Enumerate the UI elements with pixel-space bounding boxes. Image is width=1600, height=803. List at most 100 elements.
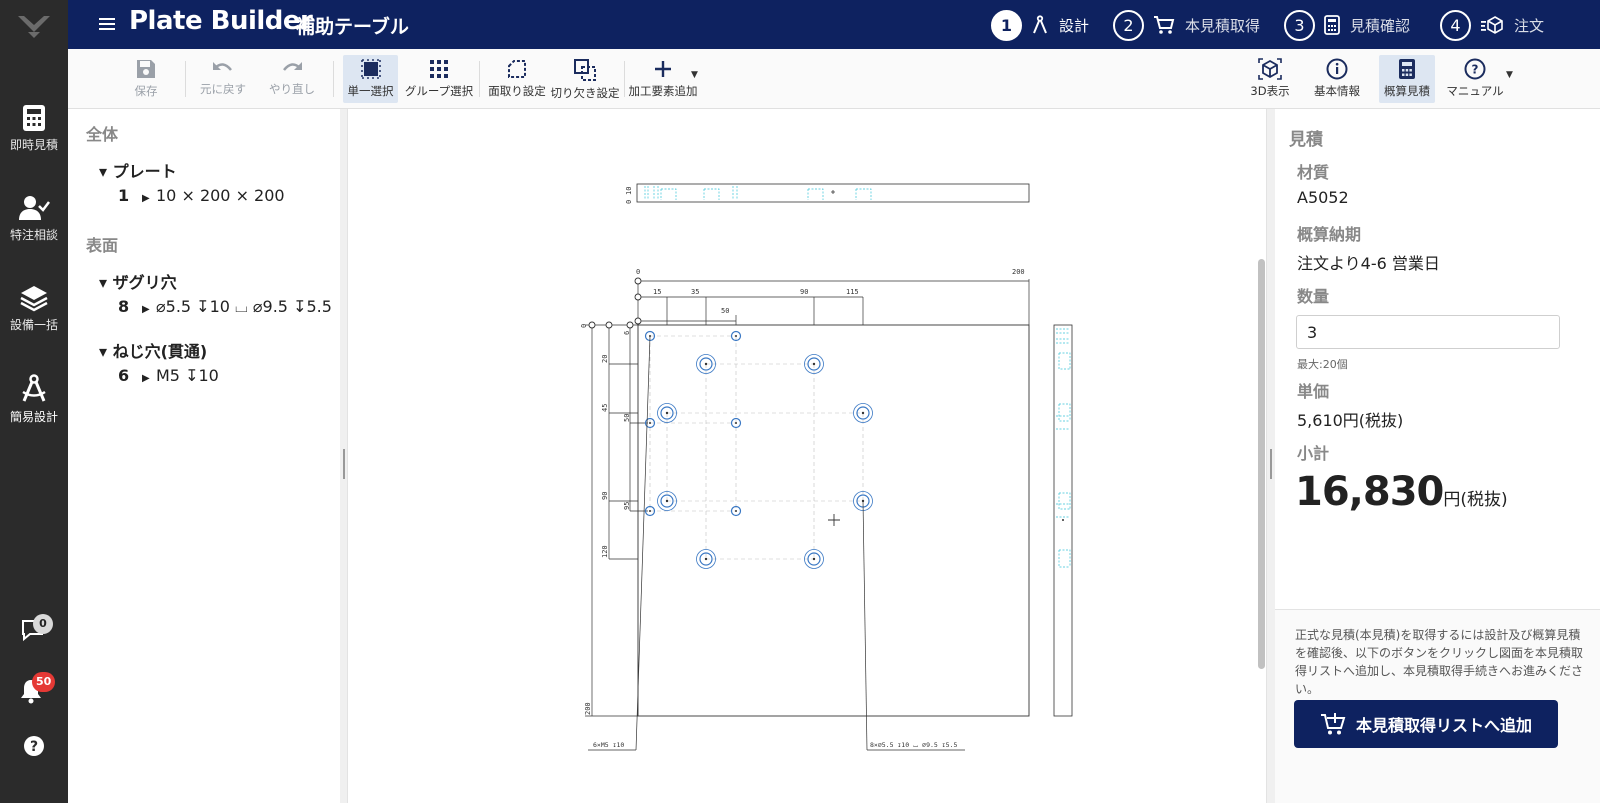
chamfer-label: 面取り設定: [488, 84, 546, 98]
tree-item-tapped-hole[interactable]: 6 ▶ M5 ↧10: [118, 366, 219, 385]
leadtime-label: 概算納期: [1297, 225, 1362, 244]
material-value: A5052: [1297, 188, 1349, 207]
dimension-label: 200: [584, 702, 592, 715]
manual-label: マニュアル: [1446, 84, 1504, 98]
tree-group-label: ザグリ穴: [112, 273, 177, 292]
counterbore-hole[interactable]: [657, 403, 677, 423]
step-order[interactable]: 4 注文: [1440, 9, 1544, 41]
undo-button[interactable]: 元に戻す: [195, 55, 251, 103]
redo-button[interactable]: やり直し: [264, 55, 320, 103]
counterbore-hole[interactable]: [696, 549, 716, 569]
section-surface: 表面: [86, 236, 119, 255]
calculator-icon: [1399, 59, 1415, 79]
dimension-label: 115: [846, 288, 859, 296]
basic-info-label: 基本情報: [1314, 84, 1360, 98]
canvas-scrollbar[interactable]: [1256, 109, 1266, 803]
tapped-hole[interactable]: [730, 417, 742, 429]
rail-item-special-order[interactable]: 特注相談: [0, 194, 68, 243]
tree-group-counterbore[interactable]: ▾ ザグリ穴: [99, 269, 177, 293]
chat-count-badge: 0: [33, 614, 53, 634]
add-to-quote-list-label: 本見積取得リストへ追加: [1355, 718, 1532, 735]
toolbar-divider: [479, 61, 480, 97]
rail-item-equipment[interactable]: 設備一括: [0, 284, 68, 333]
notifications-button[interactable]: 50: [0, 672, 68, 706]
left-panel-resizer[interactable]: [340, 109, 348, 803]
rail-item-label: 特注相談: [9, 228, 58, 242]
single-select-label: 単一選択: [347, 84, 394, 98]
dimension-label: 90: [601, 492, 609, 500]
chamfer-settings-button[interactable]: 面取り設定: [486, 55, 548, 103]
formal-quote-section: 正式な見積(本見積)を取得するには設計及び概算見積を確認後、以下のボタンをクリッ…: [1275, 609, 1600, 803]
3d-view-label: 3D表示: [1250, 84, 1290, 98]
chevron-down-icon[interactable]: ▼: [691, 70, 698, 80]
unit-price-value: 5,610円(税抜): [1297, 411, 1404, 430]
plate-drawing[interactable]: 0 10 0 200 15 35 90 115 50 0 20 45 90 12…: [348, 109, 1256, 803]
counterbore-hole[interactable]: [696, 354, 716, 374]
caret-right-icon: ▶: [142, 193, 150, 204]
quantity-label: 数量: [1297, 287, 1330, 306]
group-select-label: グループ選択: [404, 84, 474, 98]
chevron-down-icon[interactable]: ▼: [1506, 70, 1513, 80]
hamburger-menu-icon[interactable]: [98, 15, 116, 33]
save-button[interactable]: 保存: [122, 55, 170, 103]
redo-icon: [283, 62, 302, 71]
dimension-label: 50: [721, 307, 729, 315]
quantity-input[interactable]: [1296, 315, 1560, 349]
notch-settings-button[interactable]: 切り欠き設定: [550, 55, 620, 103]
redo-label: やり直し: [269, 82, 315, 96]
tree-item-plate[interactable]: 1 ▶ 10 × 200 × 200: [118, 186, 285, 205]
basic-info-button[interactable]: 基本情報: [1309, 55, 1365, 103]
leadtime-value: 注文より4-6 営業日: [1297, 254, 1440, 273]
quantity-max-hint: 最大:20個: [1297, 358, 1348, 371]
feature-tree-panel: 全体 ▾ プレート 1 ▶ 10 × 200 × 200 表面 ▾ ザグリ穴 8 ▶ ⌀…: [68, 109, 340, 803]
chat-button[interactable]: 0: [0, 614, 68, 644]
chamfer-icon: [508, 60, 526, 78]
save-label: 保存: [134, 84, 158, 98]
canvas-scrollbar-thumb[interactable]: [1258, 259, 1265, 669]
rail-item-label: 簡易設計: [9, 410, 58, 424]
dimension-label: 95: [623, 502, 631, 510]
step-formal-quote[interactable]: 2 本見積取得: [1113, 9, 1260, 41]
step-label: 設計: [1059, 16, 1090, 35]
counterbore-callout: 8×⌀5.5 ↧10 ⌴ ⌀9.5 ↧5.5: [870, 741, 957, 749]
rough-estimate-button[interactable]: 概算見積: [1379, 55, 1435, 103]
tree-group-tapped-hole[interactable]: ▾ ねじ穴(貫通): [99, 338, 207, 362]
calculator-icon: [1324, 15, 1340, 35]
3d-view-button[interactable]: 3D表示: [1243, 55, 1297, 103]
tree-item-label: M5 ↧10: [156, 366, 219, 385]
center-mark-icon: [828, 514, 840, 526]
help-icon: ?: [1464, 58, 1486, 80]
subtotal-amount: 16,830: [1295, 469, 1444, 515]
tree-group-plate[interactable]: ▾ プレート: [99, 158, 177, 182]
add-feature-button[interactable]: 加工要素追加: [628, 55, 698, 103]
single-select-icon: [360, 59, 381, 79]
box-icon: [1481, 16, 1503, 34]
help-button[interactable]: ?: [0, 733, 68, 759]
counterbore-holes[interactable]: [657, 354, 873, 569]
subtotal-value: 16,830円(税抜): [1295, 469, 1508, 515]
manual-button[interactable]: ? マニュアル: [1443, 55, 1507, 103]
add-to-quote-list-button[interactable]: 本見積取得リストへ追加: [1294, 700, 1558, 748]
undo-label: 元に戻す: [200, 82, 246, 96]
group-select-button[interactable]: グループ選択: [402, 55, 476, 103]
calculator-icon: [23, 105, 45, 131]
logo-icon[interactable]: [14, 10, 54, 40]
step-design[interactable]: 1 設計: [991, 9, 1089, 41]
dimension-label: 6: [623, 331, 631, 335]
rail-item-simple-design[interactable]: 簡易設計: [0, 374, 68, 425]
tree-item-counterbore[interactable]: 8 ▶ ⌀5.5 ↧10 ⌴ ⌀9.5 ↧5.5: [118, 297, 332, 317]
estimate-panel: 見積 材質 A5052 概算納期 注文より4-6 営業日 数量 最大:20個 単…: [1275, 109, 1600, 803]
dimension-label: 90: [800, 288, 808, 296]
drawing-canvas[interactable]: 0 10 0 200 15 35 90 115 50 0 20 45 90 12…: [348, 109, 1256, 803]
counterbore-hole[interactable]: [657, 491, 677, 511]
right-panel-resizer[interactable]: [1266, 109, 1275, 803]
step-confirm-quote[interactable]: 3 見積確認: [1284, 9, 1410, 41]
dimension-label: 10: [625, 187, 633, 195]
toolbar: 保存 元に戻す やり直し 単一選択 グループ選択 面取り設定 切り欠き設定 加工…: [68, 49, 1600, 109]
rail-item-instant-quote[interactable]: 即時見積: [0, 104, 68, 153]
step-number: 1: [991, 9, 1022, 41]
subtotal-unit: 円(税抜): [1443, 490, 1508, 510]
app-title: Plate Builder: [129, 6, 313, 36]
single-select-button[interactable]: 単一選択: [343, 55, 398, 103]
tapped-holes[interactable]: [644, 330, 742, 517]
